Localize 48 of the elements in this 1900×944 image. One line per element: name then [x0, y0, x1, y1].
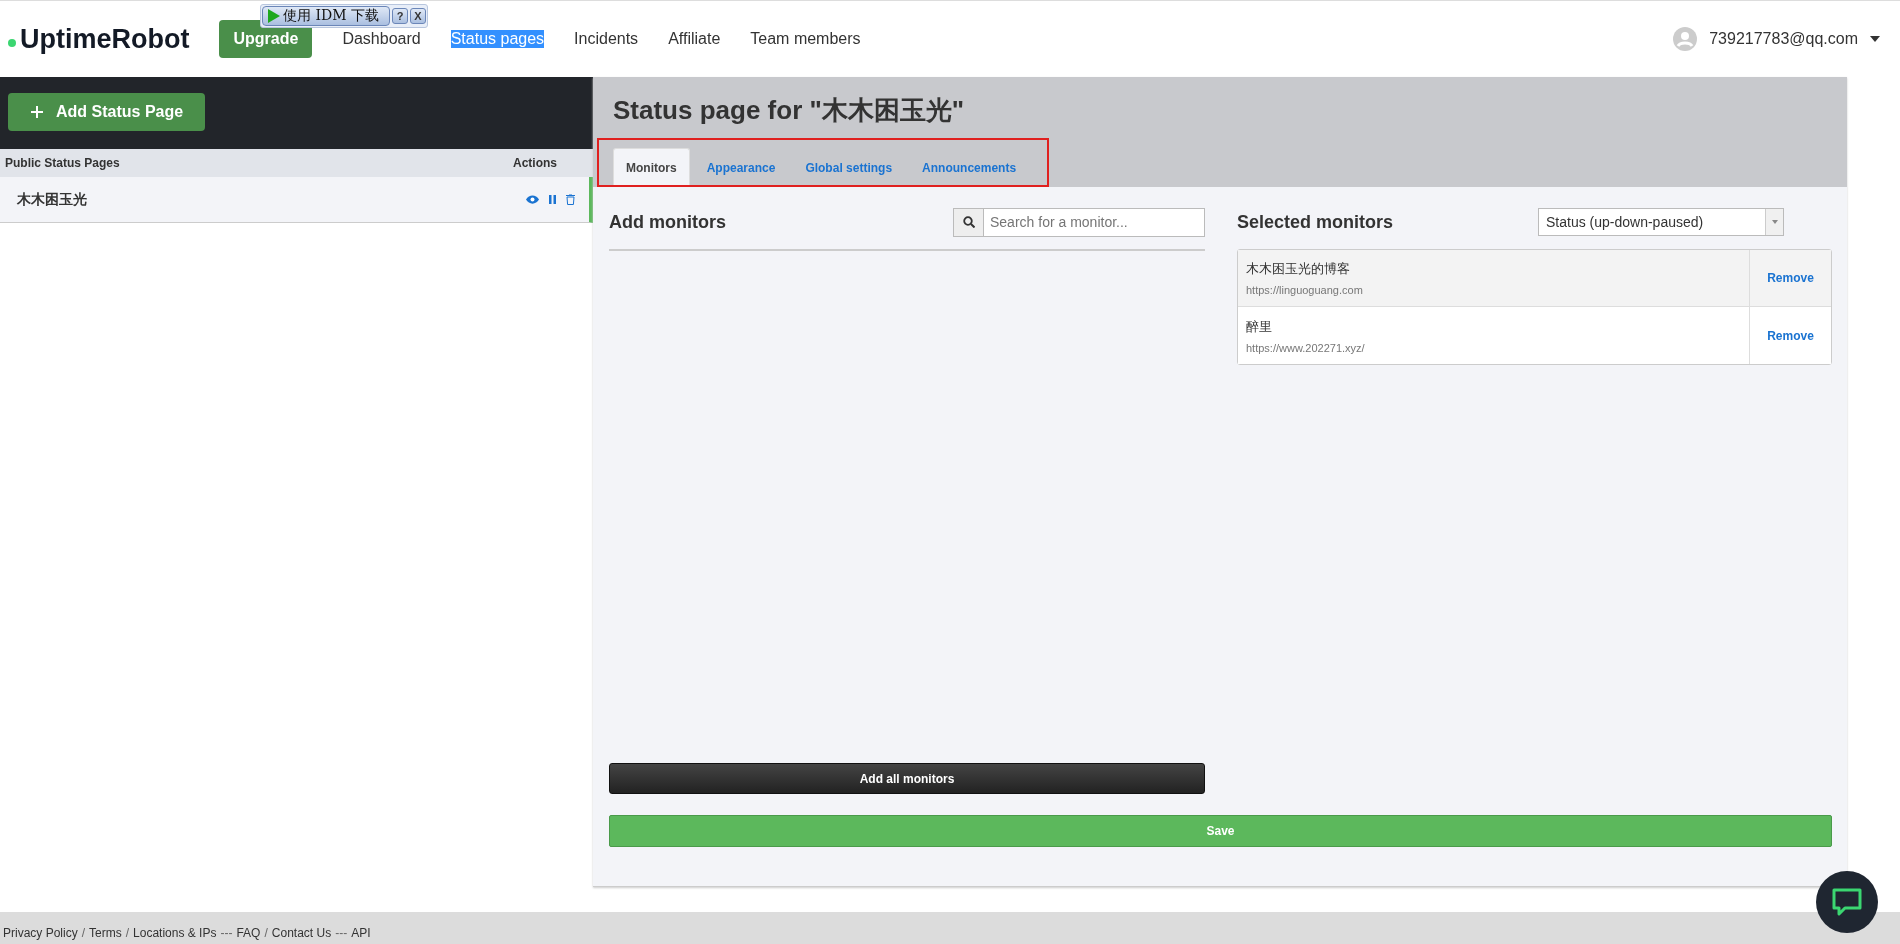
footer-separator: / [264, 926, 268, 940]
search-icon [962, 216, 975, 228]
add-status-page-button[interactable]: Add Status Page [8, 93, 206, 131]
section-heading: Selected monitors [1237, 211, 1394, 233]
logo: UptimeRobot [20, 23, 190, 55]
status-sort-dropdown[interactable]: Status (up-down-paused) [1538, 208, 1784, 236]
add-all-monitors-button[interactable]: Add all monitors [609, 763, 1205, 794]
status-page-name[interactable]: 木木困玉光 [17, 190, 87, 209]
footer-link[interactable]: Terms [89, 926, 122, 940]
remove-link[interactable]: Remove [1749, 307, 1831, 364]
status-dot-icon [8, 39, 16, 47]
footer-link[interactable]: Privacy Policy [3, 926, 78, 940]
chat-bubble-icon [1831, 887, 1863, 917]
status-page-row[interactable]: 木木困玉光 [0, 177, 593, 223]
remove-link[interactable]: Remove [1749, 250, 1831, 306]
footer-link[interactable]: API [351, 926, 371, 940]
tab[interactable]: Monitors [613, 148, 690, 185]
nav-link[interactable]: Team members [750, 30, 861, 48]
section-heading: Add monitors [609, 211, 726, 233]
user-email[interactable]: 739217783@qq.com [1709, 30, 1858, 48]
trash-icon[interactable] [566, 194, 575, 205]
footer-separator: --- [335, 926, 348, 940]
footer-separator: / [125, 926, 130, 940]
nav-link[interactable]: Dashboard [342, 30, 421, 48]
help-button[interactable]: ? [392, 8, 408, 24]
plus-icon [30, 105, 44, 119]
footer-link[interactable]: Locations & IPs [133, 926, 217, 940]
column-header: Public Status Pages [5, 156, 120, 170]
footer-link[interactable]: Contact Us [271, 926, 332, 940]
monitor-url: https://linguoguang.com [1246, 284, 1364, 296]
caret-icon[interactable] [1870, 36, 1880, 42]
page-title: Status page for "木木困玉光" [613, 94, 966, 127]
search-input[interactable]: Search for a monitor... [984, 208, 1204, 236]
pause-icon[interactable] [549, 195, 556, 204]
idm-download-button[interactable]: 使用 IDM 下载 [262, 6, 390, 26]
monitor-name: 醉里 [1246, 317, 1273, 336]
column-header: Actions [513, 156, 557, 170]
nav-link[interactable]: Affiliate [668, 30, 721, 48]
close-button[interactable]: X [410, 8, 426, 24]
nav-link[interactable]: Incidents [574, 30, 639, 48]
play-icon [267, 9, 281, 23]
footer-separator: / [81, 926, 86, 940]
search-field[interactable]: Search for a monitor... [953, 207, 1205, 237]
footer-link[interactable]: FAQ [236, 926, 261, 940]
eye-icon[interactable] [526, 195, 539, 204]
monitor-name: 木木困玉光的博客 [1246, 260, 1351, 278]
footer-separator: --- [220, 926, 233, 940]
monitor-url: https://www.202271.xyz/ [1246, 341, 1366, 354]
